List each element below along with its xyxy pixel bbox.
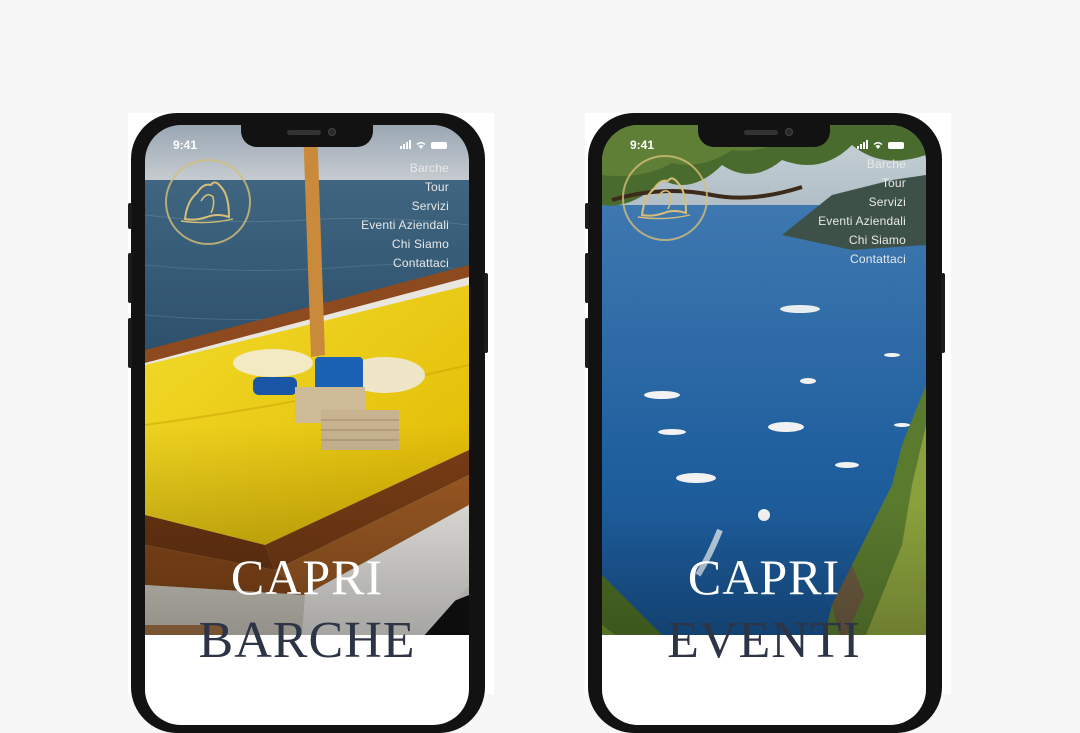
battery-icon <box>888 142 904 149</box>
phone-side-button <box>585 318 589 368</box>
status-icons <box>857 140 904 149</box>
mockup-card-eventi: 9:41 Barche Tour Servizi Eventi Aziendal… <box>585 113 951 733</box>
phone-side-button <box>941 273 945 353</box>
phone-side-button <box>128 203 132 229</box>
phone-screen: 9:41 Barche Tour Servizi Eventi Aziendal… <box>602 125 926 725</box>
mockup-card-barche: 9:41 Barche Tour Servizi Eventi Aziendal… <box>128 113 494 733</box>
phone-frame: 9:41 Barche Tour Servizi Eventi Aziendal… <box>128 113 488 733</box>
phone-side-button <box>484 273 488 353</box>
menu-item-barche[interactable]: Barche <box>361 159 449 178</box>
status-icons <box>400 140 447 149</box>
hero-title-bottom: BARCHE <box>198 612 416 669</box>
status-time: 9:41 <box>173 138 198 152</box>
phone-frame: 9:41 Barche Tour Servizi Eventi Aziendal… <box>585 113 945 733</box>
phone-notch <box>698 125 830 147</box>
status-time: 9:41 <box>630 138 655 152</box>
menu-item-eventi-aziendali[interactable]: Eventi Aziendali <box>361 216 449 235</box>
hero-title-top: CAPRI <box>230 549 384 605</box>
phone-screen: 9:41 Barche Tour Servizi Eventi Aziendal… <box>145 125 469 725</box>
phone-side-button <box>128 318 132 368</box>
menu-item-eventi-aziendali[interactable]: Eventi Aziendali <box>818 212 906 231</box>
phone-notch <box>241 125 373 147</box>
hero-title-top: CAPRI <box>687 549 841 605</box>
capri-logo-icon[interactable] <box>165 159 251 245</box>
phone-side-button <box>585 253 589 303</box>
menu-item-chi-siamo[interactable]: Chi Siamo <box>361 235 449 254</box>
main-menu: Barche Tour Servizi Eventi Aziendali Chi… <box>361 159 449 273</box>
phone-side-button <box>585 203 589 229</box>
menu-item-contattaci[interactable]: Contattaci <box>818 250 906 269</box>
menu-item-chi-siamo[interactable]: Chi Siamo <box>818 231 906 250</box>
menu-item-tour[interactable]: Tour <box>818 174 906 193</box>
menu-item-barche[interactable]: Barche <box>818 155 906 174</box>
signal-icon <box>400 140 411 149</box>
hero-title-bottom: EVENTI <box>667 612 861 669</box>
capri-logo-icon[interactable] <box>622 155 708 241</box>
menu-item-tour[interactable]: Tour <box>361 178 449 197</box>
menu-item-servizi[interactable]: Servizi <box>818 193 906 212</box>
menu-item-servizi[interactable]: Servizi <box>361 197 449 216</box>
battery-icon <box>431 142 447 149</box>
signal-icon <box>857 140 868 149</box>
main-menu: Barche Tour Servizi Eventi Aziendali Chi… <box>818 155 906 269</box>
phone-side-button <box>128 253 132 303</box>
menu-item-contattaci[interactable]: Contattaci <box>361 254 449 273</box>
wifi-icon <box>416 142 426 149</box>
wifi-icon <box>873 142 883 149</box>
